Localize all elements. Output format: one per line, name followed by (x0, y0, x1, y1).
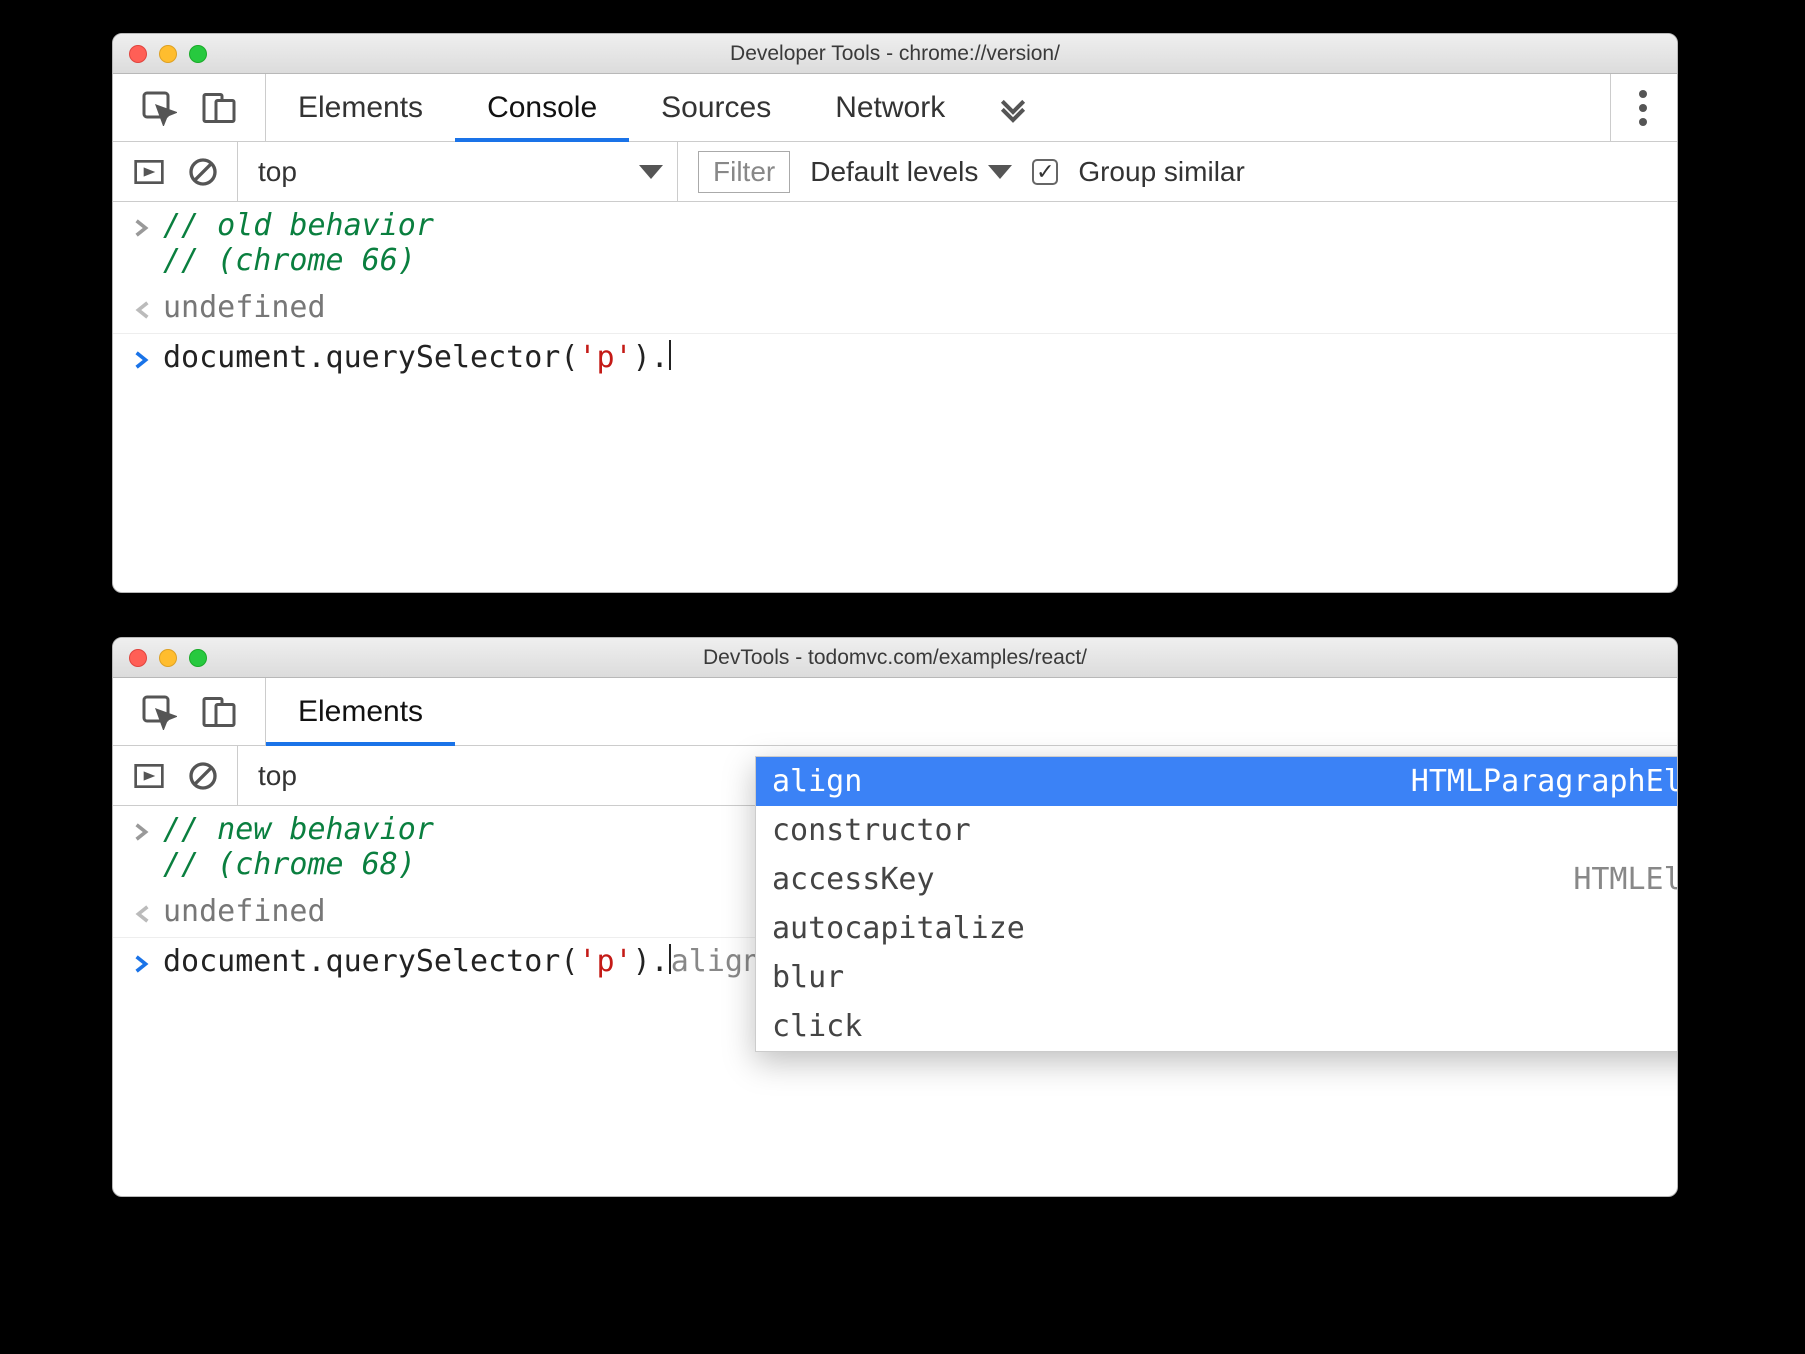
inspect-icon[interactable] (141, 90, 177, 126)
tab-sources[interactable]: Sources (629, 74, 803, 141)
result-chevron-icon (133, 894, 163, 931)
result-text: undefined (163, 894, 326, 929)
result-chevron-icon (133, 290, 163, 327)
clear-console-icon[interactable] (187, 760, 219, 792)
window-title: DevTools - todomvc.com/examples/react/ (113, 646, 1677, 670)
prompt-text: document.querySelector('p').align (163, 944, 761, 979)
toolbar-left (113, 678, 266, 745)
console-body: align HTMLParagraphElement constructor a… (113, 806, 1677, 987)
close-button[interactable] (129, 649, 147, 667)
tabs-overflow-icon[interactable] (977, 92, 1049, 124)
window-title: Developer Tools - chrome://version/ (113, 42, 1677, 66)
window-controls (113, 45, 207, 63)
text-caret (669, 340, 671, 370)
window-controls (113, 649, 207, 667)
console-result-row: undefined (113, 284, 1677, 334)
result-text: undefined (163, 290, 326, 325)
prompt-chevron-icon (133, 340, 163, 377)
tab-network[interactable]: Network (803, 74, 977, 141)
tabbar: Elements Console Sources Network (113, 74, 1677, 142)
clear-console-icon[interactable] (187, 156, 219, 188)
input-chevron-icon (133, 812, 163, 849)
console-input-row: // old behavior // (chrome 66) (113, 202, 1677, 284)
ac-name: constructor (772, 813, 971, 848)
autocomplete-item[interactable]: constructor (756, 806, 1678, 855)
console-toolbar: top Filter Default levels ✓ Group simila… (113, 142, 1677, 202)
zoom-button[interactable] (189, 45, 207, 63)
inspect-icon[interactable] (141, 694, 177, 730)
device-toggle-icon[interactable] (201, 90, 237, 126)
code-text: // old behavior // (chrome 66) (163, 208, 434, 278)
group-similar-label: Group similar (1078, 156, 1244, 188)
filter-input[interactable]: Filter (698, 151, 790, 193)
ac-name: accessKey (772, 862, 935, 897)
autocomplete-item[interactable]: align HTMLParagraphElement (756, 757, 1678, 806)
tab-elements[interactable]: Elements (266, 74, 455, 141)
autocomplete-popup: align HTMLParagraphElement constructor a… (755, 756, 1678, 1052)
levels-label: Default levels (810, 156, 978, 188)
ac-name: autocapitalize (772, 911, 1025, 946)
context-label: top (258, 760, 297, 792)
chevron-down-icon (988, 165, 1012, 179)
autocomplete-item[interactable]: autocapitalize (756, 904, 1678, 953)
code-text: // new behavior // (chrome 68) (163, 812, 434, 882)
context-select[interactable]: top (258, 142, 678, 201)
devtools-window-new: DevTools - todomvc.com/examples/react/ E… (112, 637, 1678, 1197)
toolbar-left (113, 74, 266, 141)
ac-type: HTMLParagraphElement (1411, 764, 1678, 799)
devtools-window-old: Developer Tools - chrome://version/ Elem… (112, 33, 1678, 593)
console-sidebar-toggle-icon[interactable] (133, 760, 165, 792)
autocomplete-item[interactable]: click (756, 1002, 1678, 1051)
prompt-chevron-icon (133, 944, 163, 981)
minimize-button[interactable] (159, 649, 177, 667)
chevron-down-icon (639, 165, 663, 179)
group-similar-checkbox[interactable]: ✓ (1032, 159, 1058, 185)
console-body: // old behavior // (chrome 66) undefined… (113, 202, 1677, 383)
context-label: top (258, 156, 297, 188)
ghost-completion: align (671, 944, 761, 979)
autocomplete-item[interactable]: blur (756, 953, 1678, 1002)
tabbar: Elements (113, 678, 1677, 746)
prompt-text: document.querySelector('p'). (163, 340, 671, 375)
toolbar-right (1610, 74, 1677, 141)
console-prompt-row[interactable]: document.querySelector('p'). (113, 334, 1677, 383)
minimize-button[interactable] (159, 45, 177, 63)
kebab-menu-icon[interactable] (1639, 90, 1649, 126)
autocomplete-item[interactable]: accessKey HTMLElement (756, 855, 1678, 904)
console-sidebar-toggle-icon[interactable] (133, 156, 165, 188)
ac-name: align (772, 764, 862, 799)
zoom-button[interactable] (189, 649, 207, 667)
tab-elements[interactable]: Elements (266, 678, 455, 745)
context-select[interactable]: top (258, 746, 458, 805)
titlebar: DevTools - todomvc.com/examples/react/ (113, 638, 1677, 678)
tab-console[interactable]: Console (455, 74, 629, 141)
ac-name: blur (772, 960, 844, 995)
close-button[interactable] (129, 45, 147, 63)
input-chevron-icon (133, 208, 163, 245)
device-toggle-icon[interactable] (201, 694, 237, 730)
titlebar: Developer Tools - chrome://version/ (113, 34, 1677, 74)
ac-type: HTMLElement (1573, 862, 1678, 897)
log-levels-select[interactable]: Default levels (810, 156, 1012, 188)
ac-name: click (772, 1009, 862, 1044)
